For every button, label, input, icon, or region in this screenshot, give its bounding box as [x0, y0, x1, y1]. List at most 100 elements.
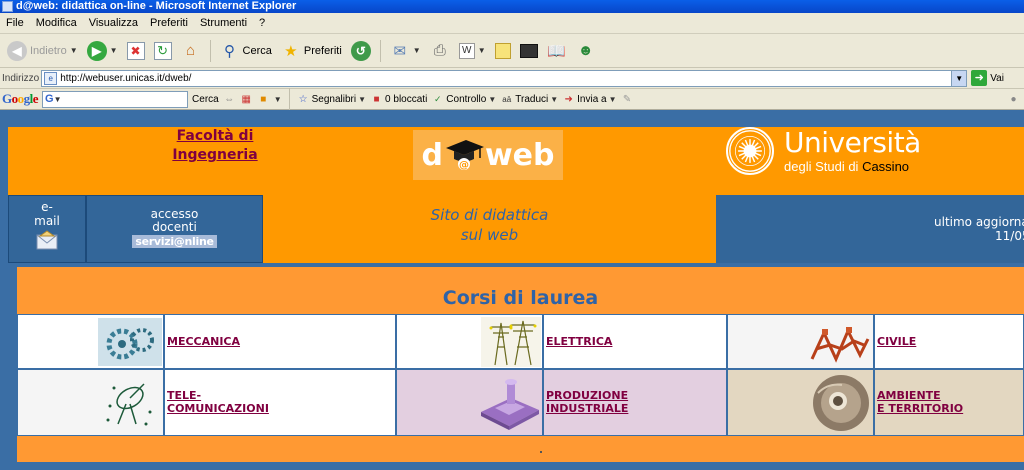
translate-button[interactable]: aā Traduci ▼ — [500, 93, 558, 106]
university-city: Cassino — [862, 159, 910, 174]
research-button[interactable]: 📖 — [544, 38, 570, 64]
faculty-line2: Ingegneria — [172, 147, 258, 163]
industrial-part-icon[interactable] — [477, 374, 543, 432]
course-label: ELETTRICA — [546, 335, 613, 348]
translate-label: Traduci — [515, 93, 549, 105]
note-icon — [494, 42, 511, 59]
sito-line2: sul web — [460, 226, 519, 244]
popup-blocker-button[interactable]: ■ 0 bloccati — [370, 93, 428, 106]
satellite-dish-icon[interactable] — [100, 376, 160, 430]
logo-d: d — [421, 137, 443, 173]
docenti-access-link[interactable]: accesso docenti servizi@nline — [86, 195, 263, 263]
university-seal-icon — [726, 127, 774, 175]
blocker-icon: ■ — [373, 93, 380, 105]
course-thumb-cell — [396, 369, 543, 436]
send-to-button[interactable]: ➜ Invia a ▼ — [562, 93, 616, 106]
course-cell: TELE- COMUNICAZIONI — [164, 369, 396, 436]
email-line1: e- — [41, 200, 53, 214]
favorites-button[interactable]: ★ Preferiti — [278, 38, 345, 64]
graduation-cap-icon: @ — [444, 140, 484, 171]
chevron-down-icon: ▼ — [69, 46, 78, 55]
course-link-telecomunicazioni[interactable]: TELE- COMUNICAZIONI — [167, 389, 269, 415]
forward-button[interactable]: ▶ ▼ — [84, 38, 121, 64]
globe-earth-icon[interactable] — [808, 373, 874, 433]
print-button[interactable]: ⎙ — [427, 38, 453, 64]
chevron-down-icon[interactable]: ▼ — [951, 70, 967, 86]
google-search-button[interactable]: Cerca — [192, 94, 219, 105]
blocked-label: 0 bloccati — [385, 93, 428, 105]
course-label-line1: TELE- — [167, 389, 202, 402]
course-link-meccanica[interactable]: MECCANICA — [167, 335, 240, 348]
messenger-icon: ☻ — [577, 42, 594, 59]
history-button[interactable]: ↺ — [348, 38, 374, 64]
menu-visualizza[interactable]: Visualizza — [83, 17, 144, 29]
refresh-button[interactable]: ↻ — [151, 38, 175, 64]
back-button[interactable]: ◀ Indietro ▼ — [4, 38, 81, 64]
university-name: Università — [784, 126, 921, 159]
search-button[interactable]: ⚲ Cerca — [217, 38, 275, 64]
back-arrow-icon: ◀ — [7, 40, 27, 61]
university-logo[interactable]: Università degli Studi di Cassino — [726, 127, 986, 177]
last-update-label: ultimo aggiornar — [934, 215, 1024, 229]
chevron-down-icon[interactable]: ▼ — [274, 95, 282, 104]
footer-dot — [540, 451, 542, 453]
course-link-elettrica[interactable]: ELETTRICA — [546, 335, 612, 348]
course-thumb-cell — [727, 369, 874, 436]
menu-preferiti[interactable]: Preferiti — [144, 17, 194, 29]
menu-strumenti[interactable]: Strumenti — [194, 17, 253, 29]
address-input[interactable]: e http://webuser.unicas.it/dweb/ ▼ — [41, 69, 968, 87]
email-link[interactable]: e- mail — [8, 195, 86, 263]
course-link-produzione-industriale[interactable]: PRODUZIONE INDUSTRIALE — [546, 389, 628, 415]
dweb-logo[interactable]: d @ web — [413, 130, 563, 180]
course-thumb-cell — [396, 314, 543, 369]
menu-modifica[interactable]: Modifica — [30, 17, 83, 29]
faculty-link[interactable]: Facoltà di Ingegneria — [160, 127, 270, 165]
star-icon: ★ — [284, 42, 298, 60]
mail-button[interactable]: ✉ ▼ — [387, 38, 424, 64]
faculty-line1: Facoltà di — [176, 128, 254, 144]
course-cell: MECCANICA — [164, 314, 396, 369]
home-button[interactable]: ⌂ — [178, 38, 204, 64]
options-icon[interactable]: ■ — [257, 93, 270, 106]
servizi-online-badge[interactable]: servizi@nline — [132, 235, 217, 248]
gear-icon[interactable] — [98, 318, 162, 366]
edit-button[interactable]: W ▼ — [456, 38, 489, 64]
google-search-input[interactable]: G ▼ — [42, 90, 189, 108]
last-update-box: ultimo aggiornar 11/05 — [716, 195, 1024, 263]
go-arrow-icon: ➜ — [971, 70, 988, 86]
toolbar-separator — [288, 88, 290, 110]
media-button[interactable] — [517, 38, 541, 64]
course-label-line2: INDUSTRIALE — [546, 402, 629, 415]
home-icon: ⌂ — [186, 42, 196, 59]
toolbar-separator — [209, 39, 211, 62]
go-button[interactable]: ➜ Vai — [971, 70, 1004, 86]
university-sub-text: degli Studi di — [784, 159, 863, 174]
bookmarks-button[interactable]: ☆ Segnalibri ▼ — [297, 93, 366, 106]
menu-file[interactable]: File — [0, 17, 30, 29]
news-icon[interactable]: ▦ — [240, 93, 253, 106]
course-link-civile[interactable]: CIVILE — [877, 335, 916, 348]
course-link-ambiente-territorio[interactable]: AMBIENTE E TERRITORIO — [877, 389, 963, 415]
spellcheck-icon: ✓ — [434, 93, 442, 104]
footer-band — [17, 437, 1024, 459]
highlight-icon[interactable]: ✎ — [621, 93, 634, 106]
spellcheck-button[interactable]: ✓ Controllo ▼ — [431, 93, 496, 106]
note-button[interactable] — [492, 38, 514, 64]
email-line2: mail — [34, 214, 60, 228]
chevron-down-icon: ▼ — [358, 94, 367, 104]
menu-bar: File Modifica Visualizza Preferiti Strum… — [0, 13, 1024, 34]
settings-circle-icon[interactable]: ● — [1007, 93, 1020, 106]
arrows-icon[interactable]: ⇔ — [223, 93, 236, 106]
chevron-down-icon: ▼ — [608, 94, 617, 104]
chevron-down-icon: ▼ — [550, 94, 559, 104]
printer-icon: ⎙ — [433, 42, 446, 59]
course-label: CIVILE — [877, 335, 917, 348]
google-logo[interactable]: Google — [2, 91, 39, 107]
messenger-button[interactable]: ☻ — [573, 38, 599, 64]
menu-help[interactable]: ? — [253, 17, 271, 29]
stop-button[interactable]: ✖ — [124, 38, 148, 64]
university-subtitle: degli Studi di Cassino — [784, 159, 909, 174]
send-label: Invia a — [577, 93, 607, 105]
truss-bridge-icon[interactable] — [808, 319, 872, 365]
power-pylon-icon[interactable] — [481, 317, 541, 367]
